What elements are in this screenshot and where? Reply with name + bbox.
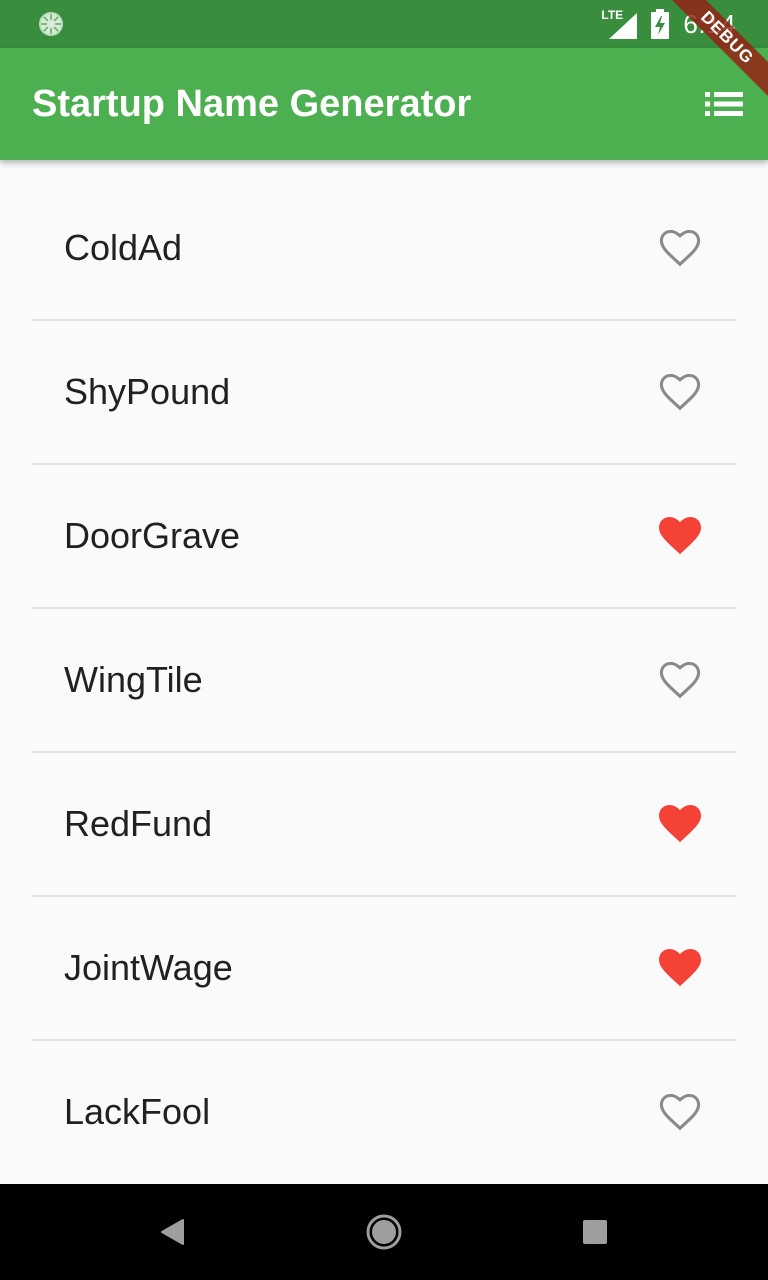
favorite-outline-icon[interactable] [658,372,702,412]
favorite-outline-icon[interactable] [658,660,702,700]
app-screen: { "status_bar": { "time": "6:14", "netwo… [0,0,768,1280]
home-icon [366,1214,402,1250]
back-icon [161,1219,184,1245]
list-item[interactable]: JointWage [0,880,768,1041]
list-icon [705,92,743,116]
recents-icon [583,1220,607,1244]
status-bar: LTE 6:14 [0,0,768,48]
list-item[interactable]: WingTile [0,592,768,753]
navigation-bar [0,1184,768,1280]
app-bar: Startup Name Generator [0,48,768,160]
list-item[interactable]: LackFool [0,1024,768,1168]
list-item[interactable]: ColdAd [0,160,768,321]
favorite-outline-icon[interactable] [658,228,702,268]
favorite-filled-icon[interactable] [658,516,702,556]
startup-name-label: LackFool [64,1091,211,1132]
recents-button[interactable] [575,1212,615,1252]
page-title: Startup Name Generator [32,83,472,125]
signal-icon [609,13,638,39]
back-button[interactable] [152,1212,192,1252]
favorite-filled-icon[interactable] [658,804,702,844]
lte-signal-icon: LTE [601,9,638,39]
list-item[interactable]: ShyPound [0,304,768,465]
startup-name-list[interactable]: ColdAd ShyPound DoorGrave WingTile RedFund Jo… [0,160,768,1184]
list-item[interactable]: DoorGrave [0,448,768,609]
saved-list-button[interactable] [694,80,754,128]
favorite-filled-icon[interactable] [658,948,702,988]
home-button[interactable] [364,1212,404,1252]
sync-icon [39,12,63,36]
favorite-outline-icon[interactable] [658,1092,702,1132]
list-item[interactable]: RedFund [0,736,768,897]
battery-charging-icon [651,9,670,39]
status-clock: 6:14 [683,8,736,39]
